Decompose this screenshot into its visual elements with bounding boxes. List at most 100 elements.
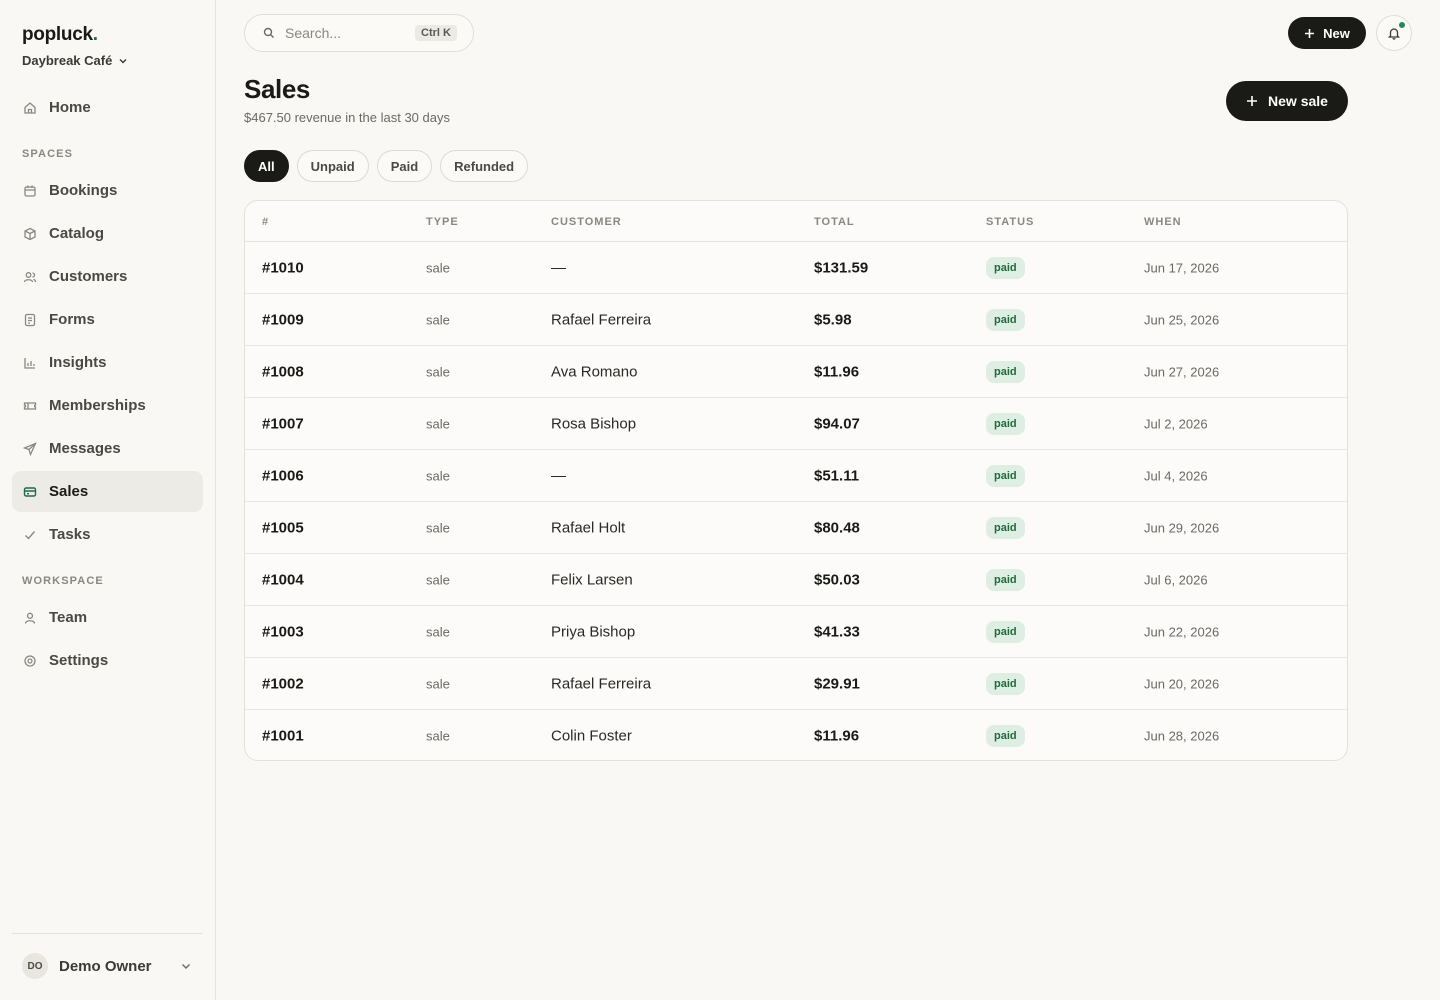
column-header-total[interactable]: TOTAL [814, 216, 855, 228]
sidebar-item-insights[interactable]: Insights [12, 342, 203, 383]
filter-unpaid[interactable]: Unpaid [296, 150, 369, 182]
status-cell: paid [986, 256, 1025, 279]
column-header-when[interactable]: WHEN [1144, 216, 1182, 228]
customer-name: Rafael Ferreira [551, 675, 652, 692]
sale-date: Jun 17, 2026 [1144, 260, 1220, 275]
new-button[interactable]: New [1288, 17, 1366, 49]
status-badge: paid [986, 360, 1025, 383]
table-row[interactable]: #1006 sale — $51.11 paid Jul 4, 2026 [245, 450, 1347, 502]
sale-total: $11.96 [814, 727, 860, 745]
filter-refunded[interactable]: Refunded [440, 150, 529, 182]
table-row[interactable]: #1008 sale Ava Romano $11.96 paid Jun 27, 202… [245, 346, 1347, 398]
chevron-down-icon [182, 964, 190, 969]
status-cell: paid [986, 672, 1025, 695]
status-cell: paid [986, 725, 1025, 747]
sidebar-item-customers[interactable]: Customers [12, 256, 203, 297]
status-badge: paid [986, 256, 1025, 279]
table-row[interactable]: #1007 sale Rosa Bishop $94.07 paid Jul 2, 202… [245, 398, 1347, 450]
sidebar-item-bookings[interactable]: Bookings [12, 170, 203, 211]
column-header-id[interactable]: # [262, 216, 269, 228]
sale-id: #1002 [262, 675, 304, 692]
customer-name: Felix Larsen [551, 571, 633, 588]
customer-name: Colin Foster [551, 727, 632, 745]
customer-name: Rafael Ferreira [551, 311, 652, 328]
table-row[interactable]: #1001 sale Colin Foster $11.96 paid Jun 28, 2… [245, 710, 1347, 760]
gear-icon [23, 654, 37, 668]
table-row[interactable]: #1002 sale Rafael Ferreira $29.91 paid Jun 20… [245, 658, 1347, 710]
sale-type: sale [426, 468, 450, 483]
sale-total: $29.91 [814, 675, 860, 692]
sidebar-divider [12, 933, 203, 934]
brand-logo[interactable]: popluck. [22, 24, 98, 46]
sidebar-item-messages[interactable]: Messages [12, 428, 203, 469]
status-cell: paid [986, 412, 1025, 435]
sidebar-item-catalog[interactable]: Catalog [12, 213, 203, 254]
user-menu[interactable]: DO Demo Owner [22, 952, 192, 980]
sale-total: $5.98 [814, 311, 852, 328]
card-icon [23, 485, 37, 499]
status-cell: paid [986, 620, 1025, 643]
sidebar: popluck. Daybreak Café Home SPACES Booki… [0, 0, 216, 1000]
status-cell: paid [986, 360, 1025, 383]
column-header-customer[interactable]: CUSTOMER [551, 216, 622, 228]
table-row[interactable]: #1003 sale Priya Bishop $41.33 paid Jun 22, 2… [245, 606, 1347, 658]
sale-date: Jun 25, 2026 [1144, 312, 1220, 327]
sale-id: #1010 [262, 259, 304, 276]
sale-date: Jun 28, 2026 [1144, 728, 1220, 744]
spaces-section-label: SPACES [22, 148, 74, 160]
table-row[interactable]: #1009 sale Rafael Ferreira $5.98 paid Jun 25,… [245, 294, 1347, 346]
sale-type: sale [426, 572, 450, 587]
calendar-icon [23, 184, 37, 198]
status-badge: paid [986, 620, 1025, 643]
status-badge: paid [986, 568, 1025, 591]
sale-id: #1006 [262, 467, 304, 484]
ticket-icon [23, 399, 37, 413]
sale-type: sale [426, 728, 450, 744]
customer-name: Ava Romano [551, 363, 638, 380]
home-icon [23, 101, 37, 115]
org-switcher[interactable]: Daybreak Café [22, 53, 128, 68]
sidebar-item-memberships[interactable]: Memberships [12, 385, 203, 426]
sale-total: $50.03 [814, 571, 860, 588]
sale-total: $80.48 [814, 519, 860, 536]
status-cell: paid [986, 308, 1025, 331]
sidebar-item-tasks[interactable]: Tasks [12, 514, 203, 555]
sale-type: sale [426, 624, 450, 639]
table-body: #1010 sale — $131.59 paid Jun 17, 2026 #1009 sa… [245, 242, 1347, 760]
sales-table: # TYPE CUSTOMER TOTAL STATUS WHEN #1010 s… [244, 200, 1348, 761]
sidebar-item-settings[interactable]: Settings [12, 640, 203, 681]
search-input[interactable] [285, 25, 405, 41]
notifications-button[interactable] [1376, 15, 1412, 51]
table-row[interactable]: #1004 sale Felix Larsen $50.03 paid Jul 6, 20… [245, 554, 1347, 606]
new-sale-button[interactable]: New sale [1226, 81, 1348, 121]
sale-type: sale [426, 520, 450, 535]
table-row[interactable]: #1005 sale Rafael Holt $80.48 paid Jun 29, 20… [245, 502, 1347, 554]
sidebar-item-home[interactable]: Home [12, 87, 203, 128]
sidebar-item-team[interactable]: Team [12, 597, 203, 638]
sidebar-item-sales[interactable]: Sales [12, 471, 203, 512]
status-filter-tabs: All Unpaid Paid Refunded [244, 150, 529, 182]
sale-id: #1001 [262, 727, 304, 745]
plus-icon [1247, 96, 1258, 106]
table-row[interactable]: #1010 sale — $131.59 paid Jun 17, 2026 [245, 242, 1347, 294]
customer-name: — [551, 467, 566, 484]
send-icon [23, 441, 37, 456]
column-header-type[interactable]: TYPE [426, 216, 459, 228]
filter-all[interactable]: All [244, 150, 289, 182]
filter-paid[interactable]: Paid [376, 150, 433, 182]
search-bar[interactable]: Ctrl K [244, 14, 474, 52]
sale-type: sale [426, 416, 450, 431]
column-header-status[interactable]: STATUS [986, 216, 1034, 228]
customer-name: Rosa Bishop [551, 415, 637, 432]
table-header: # TYPE CUSTOMER TOTAL STATUS WHEN [245, 201, 1347, 242]
status-cell: paid [986, 464, 1025, 487]
check-icon [23, 528, 37, 542]
sale-date: Jul 2, 2026 [1144, 416, 1208, 431]
user-name: Demo Owner [59, 957, 152, 975]
sale-total: $51.11 [814, 467, 860, 484]
sale-id: #1005 [262, 519, 304, 536]
sale-date: Jun 29, 2026 [1144, 520, 1220, 535]
sale-id: #1007 [262, 415, 304, 432]
sidebar-item-forms[interactable]: Forms [12, 299, 203, 340]
status-badge: paid [986, 464, 1025, 487]
